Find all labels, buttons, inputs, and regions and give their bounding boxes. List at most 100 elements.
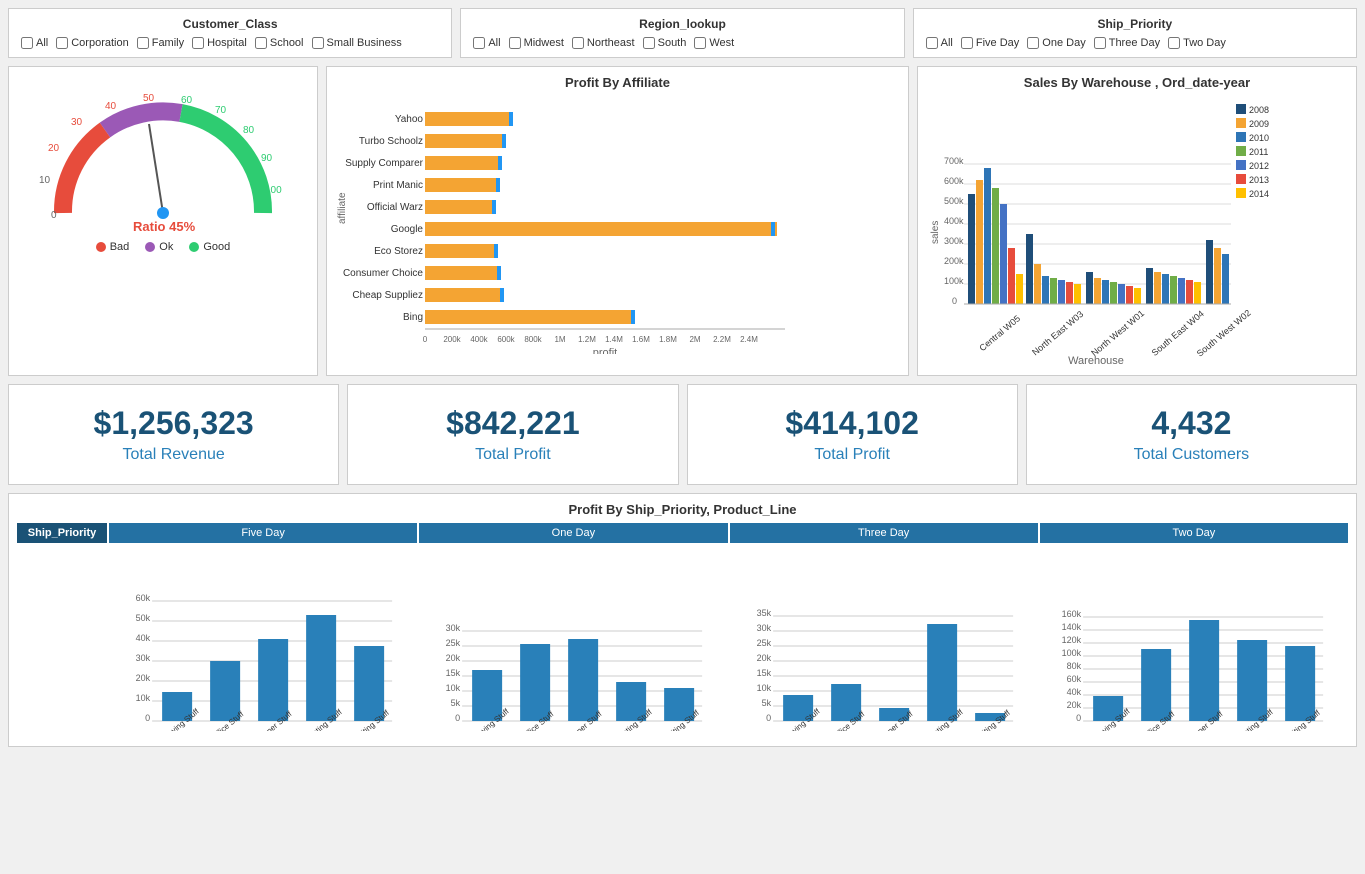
bottom-section: Profit By Ship_Priority, Product_Line Sh…: [8, 493, 1357, 747]
svg-text:400k: 400k: [470, 335, 488, 344]
svg-text:400k: 400k: [944, 216, 964, 226]
svg-text:1.6M: 1.6M: [632, 335, 650, 344]
bad-label: Bad: [110, 241, 130, 253]
svg-text:30k: 30k: [136, 653, 151, 663]
kpi-total-profit-2: $414,102 Total Profit: [687, 384, 1018, 485]
svg-text:2014: 2014: [1249, 189, 1269, 199]
svg-text:Eco Storez: Eco Storez: [374, 246, 423, 257]
kpi-profit2-label: Total Profit: [704, 446, 1001, 464]
five-day-svg: 0 10k 20k 30k 40k 50k 60k: [111, 551, 413, 731]
svg-text:100k: 100k: [944, 276, 964, 286]
filter-west[interactable]: West: [694, 37, 734, 49]
svg-text:Warehouse: Warehouse: [1068, 355, 1124, 364]
svg-text:1.8M: 1.8M: [659, 335, 677, 344]
svg-text:Bing: Bing: [403, 312, 423, 323]
bad-dot: [96, 242, 106, 252]
svg-text:15k: 15k: [446, 668, 461, 678]
filter-family[interactable]: Family: [137, 37, 184, 49]
profit-affiliate-title: Profit By Affiliate: [335, 75, 900, 90]
legend-bad: Bad: [96, 241, 130, 253]
filter-all-region[interactable]: All: [473, 37, 500, 49]
ship-priority-filter: Ship_Priority All Five Day One Day Three…: [913, 8, 1357, 58]
svg-text:0: 0: [1076, 713, 1081, 723]
svg-text:2013: 2013: [1249, 175, 1269, 185]
svg-text:Print Manic: Print Manic: [373, 180, 423, 191]
kpi-total-customers: 4,432 Total Customers: [1026, 384, 1357, 485]
filter-south[interactable]: South: [643, 37, 687, 49]
svg-text:30k: 30k: [446, 623, 461, 633]
filter-midwest[interactable]: Midwest: [509, 37, 564, 49]
charts-row: 0 10 20 30 40 50 60 70 80 90 100 Ratio 4…: [0, 66, 1365, 384]
svg-text:Central W05: Central W05: [977, 313, 1022, 353]
svg-text:2008: 2008: [1249, 105, 1269, 115]
svg-text:0: 0: [455, 713, 460, 723]
svg-text:2M: 2M: [689, 335, 700, 344]
filter-hospital[interactable]: Hospital: [192, 37, 247, 49]
svg-text:600k: 600k: [944, 176, 964, 186]
filter-row: Customer_Class All Corporation Family Ho…: [0, 0, 1365, 66]
filter-school[interactable]: School: [255, 37, 304, 49]
svg-text:1M: 1M: [554, 335, 565, 344]
svg-text:profit: profit: [593, 347, 617, 354]
sales-by-warehouse-chart: Sales By Warehouse , Ord_date-year 2008 …: [917, 66, 1357, 376]
kpi-row: $1,256,323 Total Revenue $842,221 Total …: [0, 384, 1365, 493]
kpi-customers-label: Total Customers: [1043, 446, 1340, 464]
gauge-legend: Bad Ok Good: [96, 241, 231, 253]
filter-all-cc[interactable]: All: [21, 37, 48, 49]
svg-text:affiliate: affiliate: [337, 192, 348, 224]
svg-text:10k: 10k: [136, 693, 151, 703]
kpi-revenue-label: Total Revenue: [25, 446, 322, 464]
svg-text:2012: 2012: [1249, 161, 1269, 171]
svg-text:25k: 25k: [756, 638, 771, 648]
svg-text:35k: 35k: [756, 608, 771, 618]
gauge-chart: 0 10 20 30 40 50 60 70 80 90 100 Ratio 4…: [8, 66, 318, 376]
svg-text:20k: 20k: [446, 653, 461, 663]
filter-northeast[interactable]: Northeast: [572, 37, 635, 49]
svg-text:60k: 60k: [1066, 674, 1081, 684]
filter-all-ship[interactable]: All: [926, 37, 953, 49]
svg-text:2.2M: 2.2M: [713, 335, 731, 344]
svg-text:160k: 160k: [1061, 609, 1081, 619]
svg-text:Yahoo: Yahoo: [395, 114, 424, 125]
good-dot: [189, 242, 199, 252]
good-label: Good: [203, 241, 230, 253]
kpi-profit1-value: $842,221: [364, 405, 661, 442]
svg-text:sales: sales: [930, 221, 941, 244]
filter-three-day[interactable]: Three Day: [1094, 37, 1160, 49]
svg-text:200k: 200k: [443, 335, 461, 344]
region-title: Region_lookup: [473, 17, 891, 31]
filter-two-day[interactable]: Two Day: [1168, 37, 1226, 49]
five-day-chart: 0 10k 20k 30k 40k 50k 60k: [107, 547, 417, 738]
filter-small-business[interactable]: Small Business: [312, 37, 402, 49]
filter-corporation[interactable]: Corporation: [56, 37, 128, 49]
svg-text:10k: 10k: [446, 683, 461, 693]
svg-text:0: 0: [766, 713, 771, 723]
svg-text:10: 10: [39, 175, 51, 186]
svg-text:50: 50: [143, 93, 155, 104]
svg-text:200k: 200k: [944, 256, 964, 266]
svg-text:20k: 20k: [1066, 700, 1081, 710]
ship-priority-placeholder: [17, 547, 107, 738]
svg-text:100k: 100k: [1061, 648, 1081, 658]
one-day-chart: 0 5k 10k 15k 20k 25k 30k: [417, 547, 727, 738]
svg-text:0: 0: [145, 713, 150, 723]
filter-one-day[interactable]: One Day: [1027, 37, 1085, 49]
svg-text:Consumer Choice: Consumer Choice: [343, 268, 423, 279]
ok-dot: [145, 242, 155, 252]
kpi-customers-value: 4,432: [1043, 405, 1340, 442]
svg-text:Cheap Suppliez: Cheap Suppliez: [352, 290, 423, 301]
gauge-svg: 0 10 20 30 40 50 60 70 80 90 100 Ratio 4…: [33, 83, 293, 233]
svg-text:10k: 10k: [756, 683, 771, 693]
svg-text:20k: 20k: [136, 673, 151, 683]
legend-ok: Ok: [145, 241, 173, 253]
three-day-svg: 0 5k 10k 15k 20k 25k 30k 35k: [732, 551, 1034, 731]
ship-priority-options: All Five Day One Day Three Day Two Day: [926, 37, 1344, 49]
svg-text:600k: 600k: [497, 335, 515, 344]
svg-text:0: 0: [51, 210, 57, 221]
filter-five-day[interactable]: Five Day: [961, 37, 1019, 49]
svg-text:40k: 40k: [1066, 687, 1081, 697]
warehouse-title: Sales By Warehouse , Ord_date-year: [926, 75, 1348, 90]
svg-text:20: 20: [48, 143, 60, 154]
svg-text:North West W01: North West W01: [1089, 308, 1146, 358]
svg-text:700k: 700k: [944, 156, 964, 166]
